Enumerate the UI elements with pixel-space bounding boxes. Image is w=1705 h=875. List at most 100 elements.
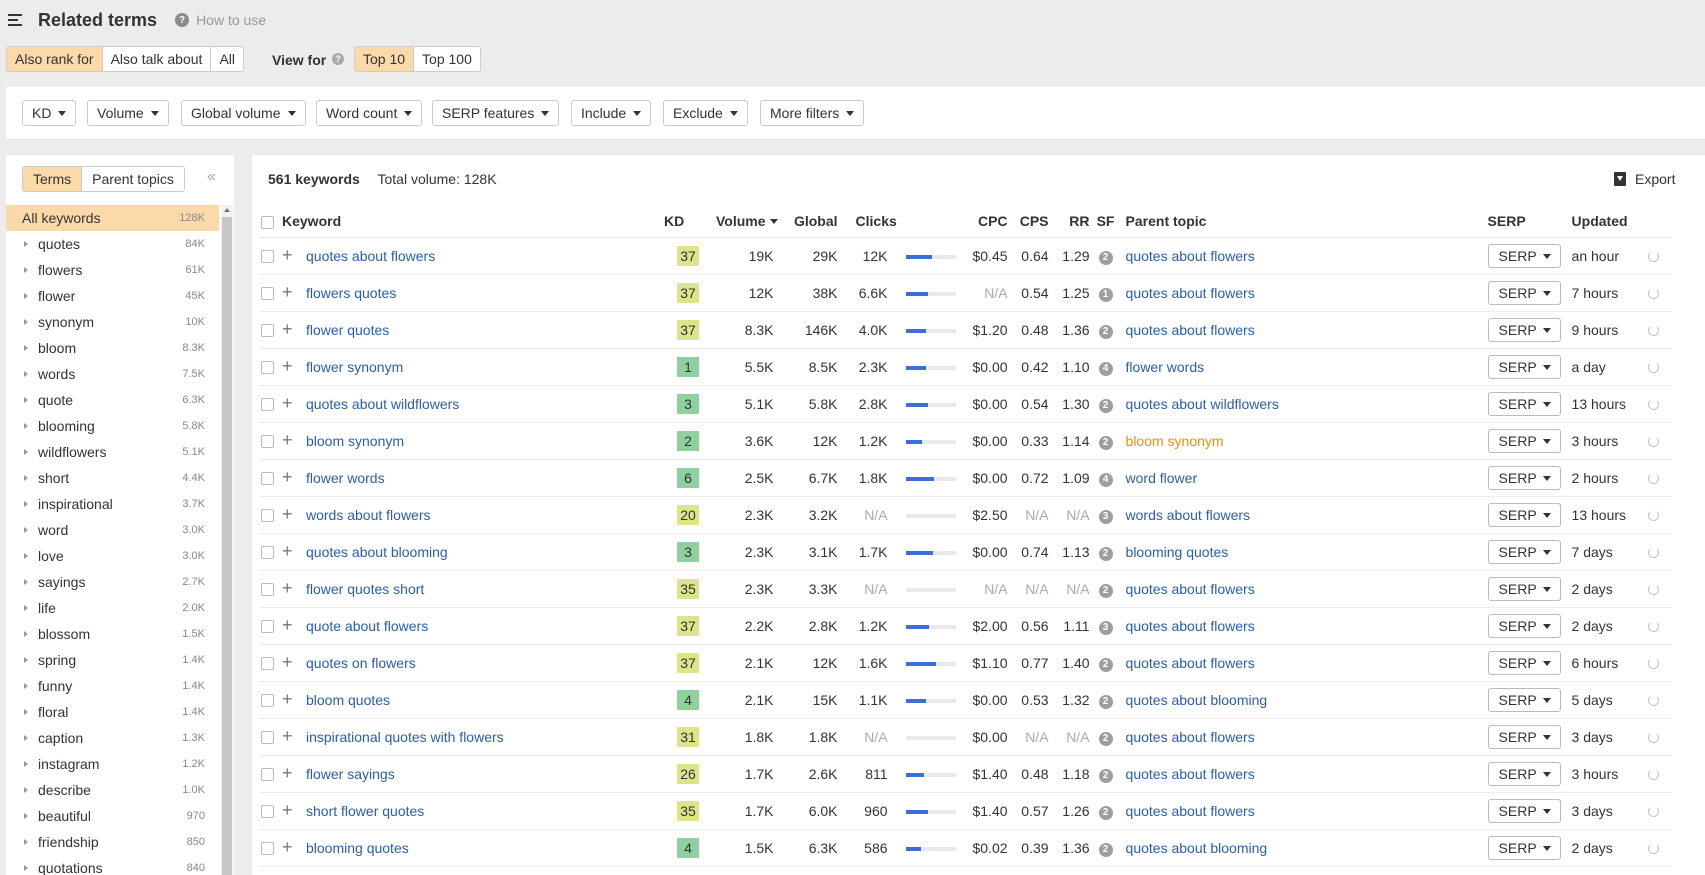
sidebar-item[interactable]: friendship 850 [6, 829, 219, 855]
scroll-up-arrow-icon[interactable] [224, 208, 230, 212]
add-to-list-icon[interactable]: + [282, 245, 293, 265]
add-to-list-icon[interactable]: + [282, 319, 293, 339]
tab-parent-topics[interactable]: Parent topics [81, 167, 184, 191]
expand-arrow-icon[interactable] [24, 475, 28, 481]
serp-dropdown[interactable]: SERP [1487, 428, 1561, 453]
parent-topic-link[interactable]: bloom synonym [1126, 433, 1224, 449]
expand-arrow-icon[interactable] [24, 709, 28, 715]
expand-arrow-icon[interactable] [24, 527, 28, 533]
sidebar-item[interactable]: words 7.5K [6, 361, 219, 387]
keyword-link[interactable]: quote about flowers [306, 618, 428, 634]
row-checkbox[interactable] [261, 324, 274, 338]
serp-features-badge[interactable]: 4 [1098, 472, 1113, 487]
refresh-icon[interactable] [1647, 658, 1659, 670]
refresh-icon[interactable] [1647, 473, 1659, 485]
expand-arrow-icon[interactable] [24, 397, 28, 403]
row-checkbox[interactable] [261, 287, 274, 301]
refresh-icon[interactable] [1647, 251, 1659, 263]
expand-arrow-icon[interactable] [24, 241, 28, 247]
add-to-list-icon[interactable]: + [282, 430, 293, 450]
serp-dropdown[interactable]: SERP [1487, 391, 1561, 416]
scrollbar-thumb[interactable] [222, 217, 232, 875]
col-cps[interactable]: CPS [1011, 205, 1053, 238]
question-icon[interactable]: ? [332, 53, 344, 65]
row-checkbox[interactable] [261, 472, 274, 486]
parent-topic-link[interactable]: quotes about flowers [1126, 285, 1255, 301]
parent-topic-link[interactable]: quotes about flowers [1126, 618, 1255, 634]
col-parent-topic[interactable]: Parent topic [1125, 205, 1488, 238]
row-checkbox[interactable] [261, 509, 274, 523]
row-checkbox[interactable] [261, 546, 274, 560]
col-updated[interactable]: Updated [1571, 205, 1672, 238]
keyword-link[interactable]: flower quotes [306, 322, 389, 338]
sidebar-item[interactable]: spring 1.4K [6, 647, 219, 673]
tab-terms[interactable]: Terms [23, 167, 82, 191]
serp-features-badge[interactable]: 3 [1098, 509, 1113, 524]
add-to-list-icon[interactable]: + [282, 837, 293, 857]
row-checkbox[interactable] [261, 657, 274, 671]
col-keyword[interactable]: Keyword [282, 205, 664, 238]
col-cpc[interactable]: CPC [955, 205, 1012, 238]
tab-also-rank-for[interactable]: Also rank for [7, 47, 102, 71]
col-global[interactable]: Global [777, 205, 842, 238]
parent-topic-link[interactable]: quotes about flowers [1126, 729, 1255, 745]
expand-arrow-icon[interactable] [24, 813, 28, 819]
serp-dropdown[interactable]: SERP [1487, 539, 1561, 564]
row-checkbox[interactable] [261, 583, 274, 597]
expand-arrow-icon[interactable] [24, 761, 28, 767]
add-to-list-icon[interactable]: + [282, 800, 293, 820]
serp-dropdown[interactable]: SERP [1487, 613, 1561, 638]
row-checkbox[interactable] [261, 768, 274, 782]
parent-topic-link[interactable]: quotes about blooming [1126, 692, 1268, 708]
sidebar-item[interactable]: quote 6.3K [6, 387, 219, 413]
parent-topic-link[interactable]: flower words [1126, 359, 1205, 375]
keyword-link[interactable]: quotes about blooming [306, 544, 448, 560]
question-icon[interactable]: ? [175, 13, 190, 27]
serp-dropdown[interactable]: SERP [1487, 761, 1561, 786]
col-sf[interactable]: SF [1093, 205, 1118, 238]
serp-features-badge[interactable]: 2 [1098, 694, 1113, 709]
sidebar-item[interactable]: life 2.0K [6, 595, 219, 621]
expand-arrow-icon[interactable] [24, 371, 28, 377]
sidebar-item-all-keywords[interactable]: All keywords 128K [6, 205, 219, 231]
refresh-icon[interactable] [1647, 288, 1659, 300]
parent-topic-link[interactable]: blooming quotes [1126, 544, 1229, 560]
col-rr[interactable]: RR [1052, 205, 1094, 238]
serp-features-badge[interactable]: 2 [1098, 583, 1113, 598]
tab-also-talk-about[interactable]: Also talk about [101, 47, 211, 71]
menu-icon[interactable] [8, 14, 22, 26]
sidebar-item[interactable]: floral 1.4K [6, 699, 219, 725]
expand-arrow-icon[interactable] [24, 839, 28, 845]
row-checkbox[interactable] [261, 361, 274, 375]
expand-arrow-icon[interactable] [24, 553, 28, 559]
keyword-link[interactable]: bloom quotes [306, 692, 390, 708]
refresh-icon[interactable] [1647, 584, 1659, 596]
expand-arrow-icon[interactable] [24, 319, 28, 325]
parent-topic-link[interactable]: quotes about flowers [1126, 655, 1255, 671]
add-to-list-icon[interactable]: + [282, 467, 293, 487]
serp-features-badge[interactable]: 2 [1098, 842, 1113, 857]
refresh-icon[interactable] [1647, 843, 1659, 855]
expand-arrow-icon[interactable] [24, 423, 28, 429]
row-checkbox[interactable] [261, 731, 274, 745]
expand-arrow-icon[interactable] [24, 267, 28, 273]
serp-dropdown[interactable]: SERP [1487, 502, 1561, 527]
parent-topic-link[interactable]: words about flowers [1126, 507, 1251, 523]
sidebar-item[interactable]: flowers 61K [6, 257, 219, 283]
filter-kd[interactable]: KD [22, 100, 77, 126]
refresh-icon[interactable] [1647, 547, 1659, 559]
refresh-icon[interactable] [1647, 621, 1659, 633]
filter-serp-features[interactable]: SERP features [432, 100, 560, 126]
row-checkbox[interactable] [261, 842, 274, 856]
sidebar-item[interactable]: describe 1.0K [6, 777, 219, 803]
filter-volume[interactable]: Volume [87, 100, 169, 126]
row-checkbox[interactable] [261, 805, 274, 819]
keyword-link[interactable]: flower words [306, 470, 385, 486]
sidebar-item[interactable]: funny 1.4K [6, 673, 219, 699]
parent-topic-link[interactable]: quotes about flowers [1126, 581, 1255, 597]
expand-arrow-icon[interactable] [24, 449, 28, 455]
keyword-link[interactable]: short flower quotes [306, 803, 424, 819]
filter-global-volume[interactable]: Global volume [181, 100, 306, 126]
sidebar-item[interactable]: blooming 5.8K [6, 413, 219, 439]
filter-more-filters[interactable]: More filters [760, 100, 865, 126]
